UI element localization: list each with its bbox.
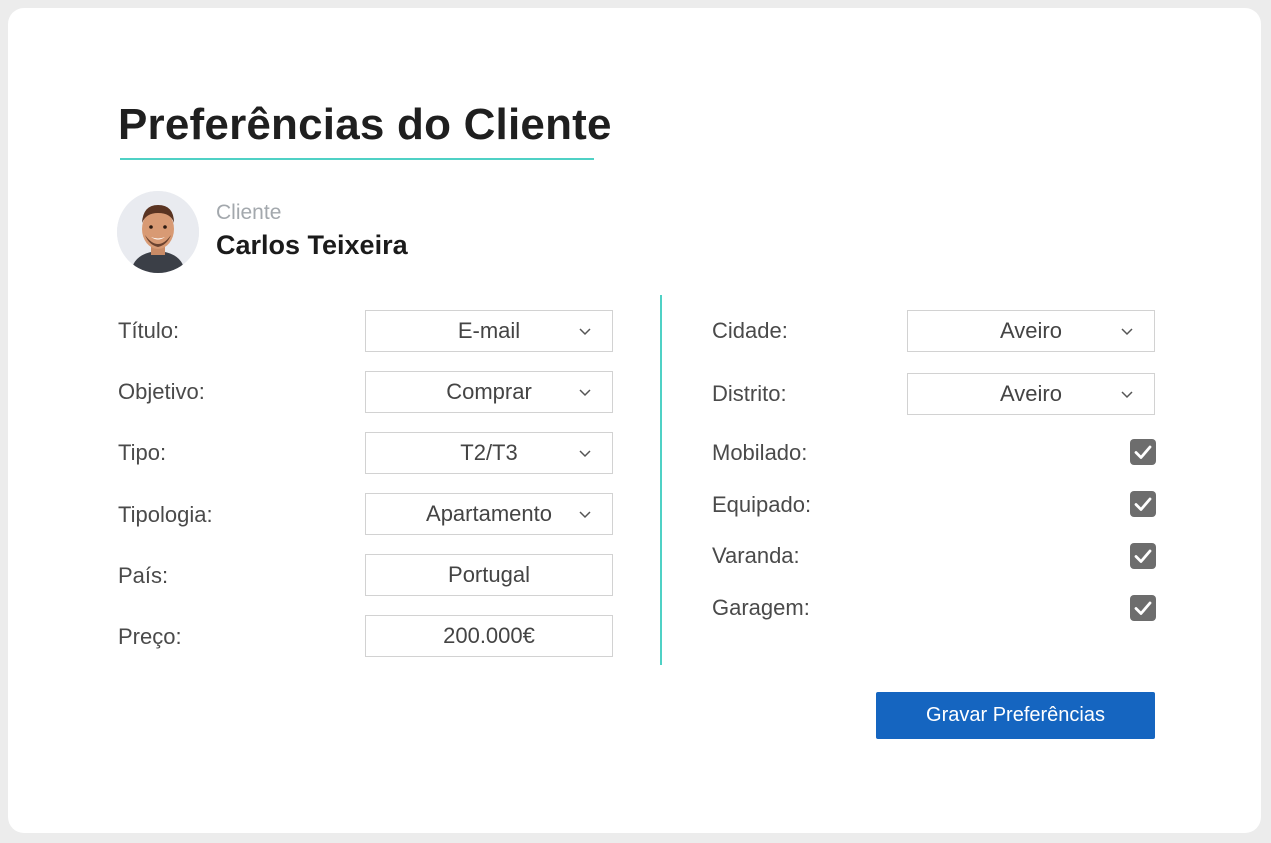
client-name: Carlos Teixeira <box>216 230 408 260</box>
cidade-select[interactable]: Aveiro <box>907 310 1155 352</box>
cidade-value: Aveiro <box>1000 318 1062 343</box>
distrito-value: Aveiro <box>1000 381 1062 406</box>
save-preferences-button[interactable]: Gravar Preferências <box>876 692 1155 739</box>
tipo-value: T2/T3 <box>460 440 518 465</box>
preco-input[interactable]: 200.000€ <box>365 615 613 657</box>
chevron-down-icon <box>579 450 591 458</box>
equipado-label: Equipado: <box>712 492 812 517</box>
garagem-label: Garagem: <box>712 595 810 620</box>
tipologia-label: Tipologia: <box>118 502 213 527</box>
tipologia-select[interactable]: Apartamento <box>365 493 613 535</box>
objetivo-value: Comprar <box>446 379 532 404</box>
mobilado-label: Mobilado: <box>712 440 808 465</box>
pais-value: Portugal <box>448 562 530 587</box>
titulo-label: Título: <box>118 318 180 343</box>
varanda-checkbox[interactable] <box>1130 543 1156 569</box>
checkmark-icon <box>1134 497 1152 511</box>
tipo-select[interactable]: T2/T3 <box>365 432 613 474</box>
equipado-checkbox[interactable] <box>1130 491 1156 517</box>
garagem-checkbox[interactable] <box>1130 595 1156 621</box>
preco-label: Preço: <box>118 624 182 649</box>
cidade-label: Cidade: <box>712 318 788 343</box>
chevron-down-icon <box>1121 328 1133 336</box>
checkmark-icon <box>1134 601 1152 615</box>
avatar-photo-icon <box>117 191 199 273</box>
page-title: Preferências do Cliente <box>118 100 612 149</box>
distrito-label: Distrito: <box>712 381 787 406</box>
mobilado-checkbox[interactable] <box>1130 439 1156 465</box>
distrito-select[interactable]: Aveiro <box>907 373 1155 415</box>
tipo-label: Tipo: <box>118 440 167 465</box>
chevron-down-icon <box>579 328 591 336</box>
objetivo-select[interactable]: Comprar <box>365 371 613 413</box>
client-label: Cliente <box>216 201 282 224</box>
titulo-select[interactable]: E-mail <box>365 310 613 352</box>
pais-input[interactable]: Portugal <box>365 554 613 596</box>
tipologia-value: Apartamento <box>426 501 552 526</box>
title-underline <box>120 158 594 160</box>
chevron-down-icon <box>1121 391 1133 399</box>
checkmark-icon <box>1134 549 1152 563</box>
pais-label: País: <box>118 563 169 588</box>
titulo-value: E-mail <box>457 318 521 343</box>
chevron-down-icon <box>579 389 591 397</box>
varanda-label: Varanda: <box>712 543 800 568</box>
objetivo-label: Objetivo: <box>118 379 205 404</box>
column-divider <box>660 295 662 665</box>
chevron-down-icon <box>579 511 591 519</box>
preco-value: 200.000€ <box>443 623 535 648</box>
checkmark-icon <box>1134 445 1152 459</box>
client-avatar <box>117 191 199 273</box>
